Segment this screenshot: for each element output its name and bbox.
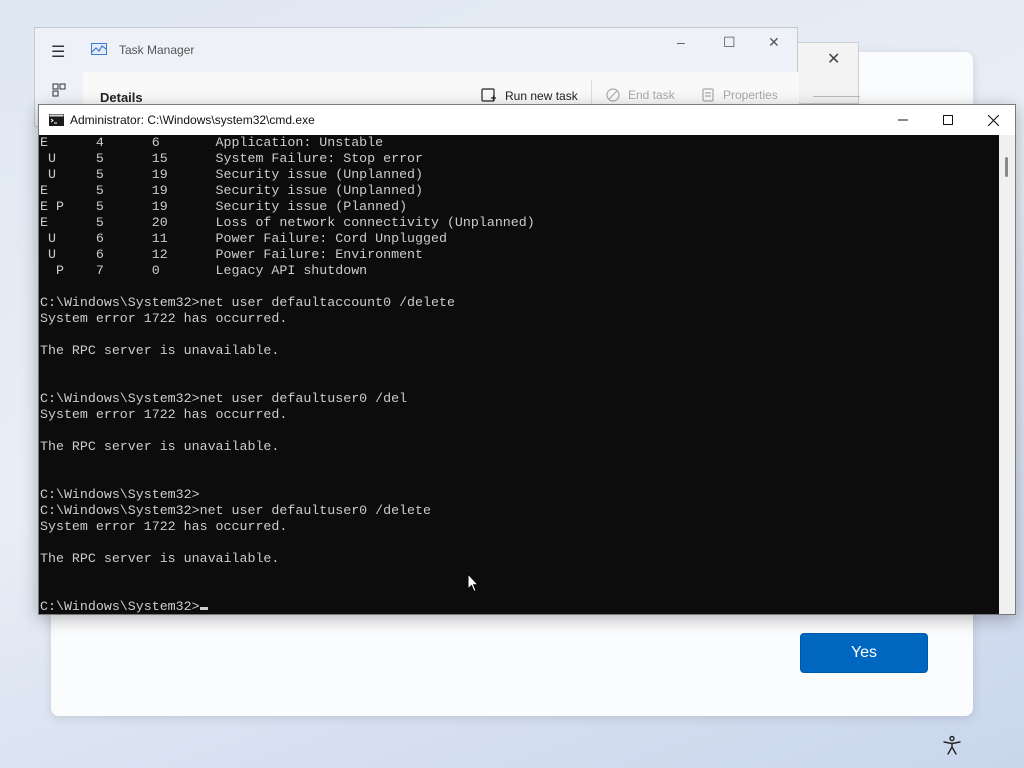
console-line: C:\Windows\System32>net user defaultacco… bbox=[40, 295, 455, 310]
console-line: U 6 11 Power Failure: Cord Unplugged bbox=[40, 231, 447, 246]
console-line: U 5 19 Security issue (Unplanned) bbox=[40, 167, 424, 182]
close-icon[interactable]: ✕ bbox=[768, 34, 780, 51]
console-line: The RPC server is unavailable. bbox=[40, 439, 280, 454]
console-line: C:\Windows\System32>net user defaultuser… bbox=[40, 503, 431, 518]
console-line: C:\Windows\System32> bbox=[40, 599, 200, 614]
yes-button[interactable]: Yes bbox=[800, 633, 928, 673]
minimize-icon[interactable]: – bbox=[677, 34, 685, 50]
divider bbox=[813, 96, 860, 97]
close-icon bbox=[987, 114, 999, 126]
minimize-icon bbox=[898, 119, 908, 121]
cmd-maximize-button[interactable] bbox=[925, 105, 971, 135]
hamburger-menu-icon[interactable]: ☰ bbox=[51, 42, 65, 62]
mouse-pointer-icon bbox=[467, 573, 479, 593]
console-line: System error 1722 has occurred. bbox=[40, 407, 288, 422]
properties-label: Properties bbox=[723, 88, 778, 102]
end-task-icon bbox=[606, 88, 620, 102]
end-task-button[interactable]: End task bbox=[606, 88, 675, 102]
task-manager-app-icon bbox=[91, 43, 107, 55]
cmd-window: Administrator: C:\Windows\system32\cmd.e… bbox=[38, 104, 1016, 615]
console-line: C:\Windows\System32>net user defaultuser… bbox=[40, 391, 408, 406]
task-manager-subdialog: ✕ bbox=[792, 42, 860, 104]
page-title: Details bbox=[100, 90, 143, 105]
console-line: E 4 6 Application: Unstable bbox=[40, 135, 384, 150]
cmd-titlebar[interactable]: Administrator: C:\Windows\system32\cmd.e… bbox=[39, 105, 1015, 135]
console-line: P 7 0 Legacy API shutdown bbox=[40, 263, 368, 278]
subdialog-close-icon[interactable]: ✕ bbox=[827, 49, 840, 69]
scrollbar[interactable] bbox=[999, 135, 1015, 614]
accessibility-icon[interactable] bbox=[942, 735, 962, 755]
console-line: E 5 20 Loss of network connectivity (Unp… bbox=[40, 215, 535, 230]
window-title: Task Manager bbox=[119, 43, 195, 57]
cmd-minimize-button[interactable] bbox=[880, 105, 926, 135]
console-line: U 6 12 Power Failure: Environment bbox=[40, 247, 424, 262]
end-task-label: End task bbox=[628, 88, 675, 102]
console-line: System error 1722 has occurred. bbox=[40, 519, 288, 534]
cmd-close-button[interactable] bbox=[970, 105, 1016, 135]
console-line: E P 5 19 Security issue (Planned) bbox=[40, 199, 408, 214]
console-line: U 5 15 System Failure: Stop error bbox=[40, 151, 424, 166]
properties-button[interactable]: Properties bbox=[701, 88, 778, 102]
maximize-icon bbox=[943, 115, 953, 125]
cmd-app-icon bbox=[49, 114, 64, 126]
cmd-title: Administrator: C:\Windows\system32\cmd.e… bbox=[70, 113, 315, 127]
console-line: The RPC server is unavailable. bbox=[40, 343, 280, 358]
console-line: C:\Windows\System32> bbox=[40, 487, 200, 502]
console-output[interactable]: E 4 6 Application: Unstable U 5 15 Syste… bbox=[39, 135, 999, 614]
maximize-icon[interactable]: ☐ bbox=[723, 34, 736, 51]
text-cursor bbox=[199, 607, 208, 610]
run-new-task-label: Run new task bbox=[505, 89, 578, 103]
processes-icon[interactable] bbox=[52, 83, 66, 97]
properties-icon bbox=[702, 88, 714, 102]
console-line: E 5 19 Security issue (Unplanned) bbox=[40, 183, 424, 198]
scrollbar-thumb[interactable] bbox=[1005, 157, 1008, 177]
console-line: The RPC server is unavailable. bbox=[40, 551, 280, 566]
run-task-icon bbox=[481, 88, 496, 102]
run-new-task-button[interactable]: Run new task bbox=[481, 88, 578, 104]
console-text: E 4 6 Application: Unstable U 5 15 Syste… bbox=[39, 135, 999, 614]
console-line: System error 1722 has occurred. bbox=[40, 311, 288, 326]
